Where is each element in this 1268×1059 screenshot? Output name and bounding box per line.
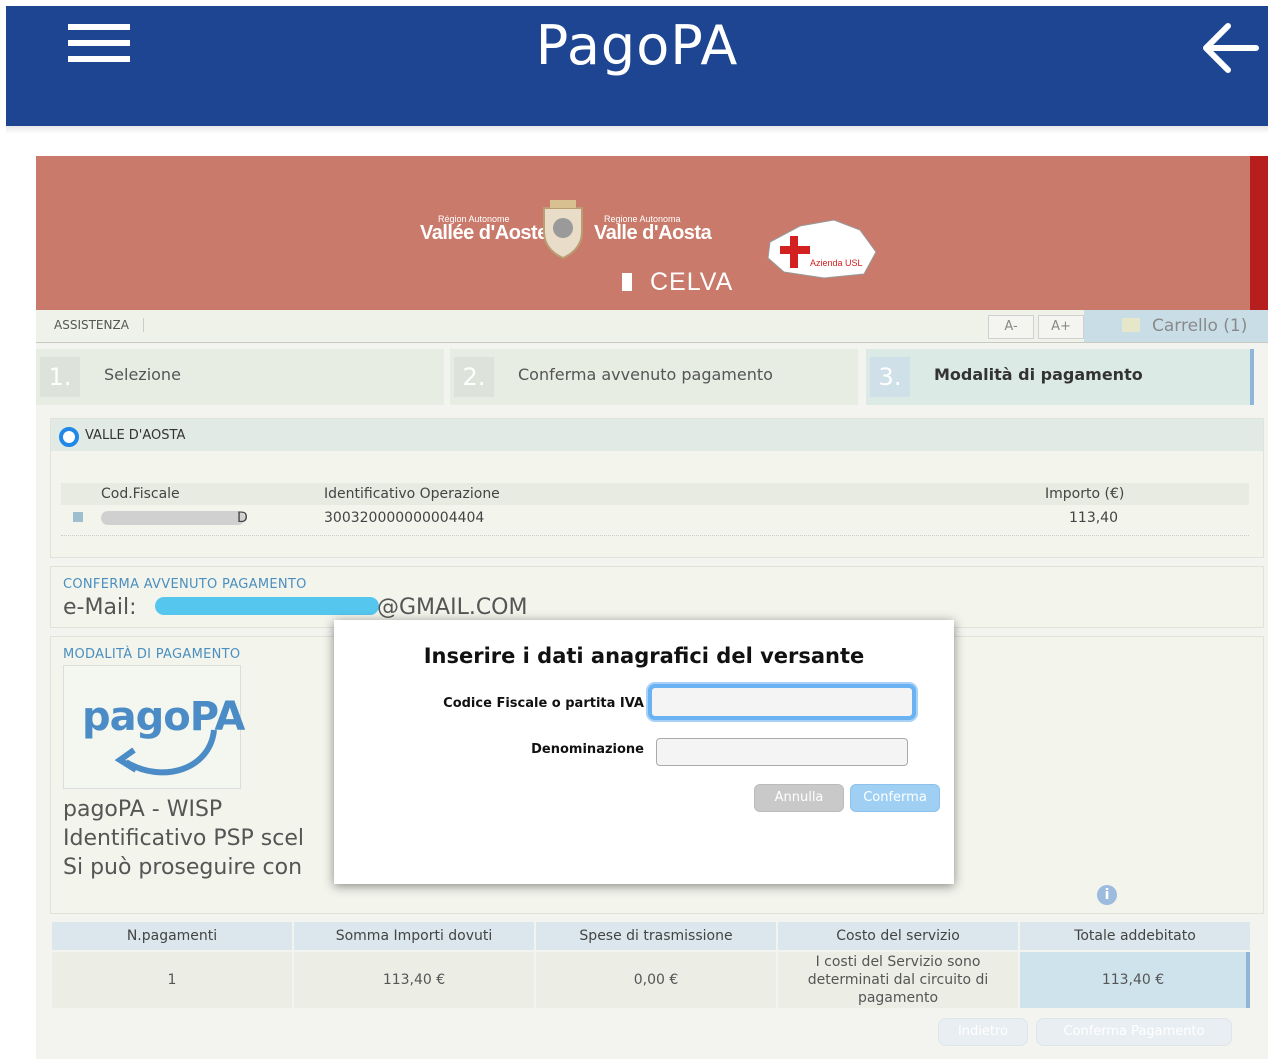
logo-region-big-fr: Vallée d'Aoste	[420, 222, 548, 244]
cart-button[interactable]: Carrello (1)	[1084, 310, 1268, 342]
col-importo: Importo (€)	[1045, 486, 1125, 502]
row-checkbox[interactable]	[73, 512, 83, 522]
wizard-steps: 1. Selezione 2. Conferma avvenuto pagame…	[36, 349, 1268, 405]
confirm-button[interactable]: Conferma	[850, 784, 940, 812]
assistance-link[interactable]: ASSISTENZA	[54, 318, 144, 332]
confirm-payment-button[interactable]: Conferma Pagamento	[1036, 1018, 1232, 1046]
step-label: Conferma avvenuto pagamento	[518, 365, 773, 384]
ente-name: VALLE D'AOSTA	[85, 428, 186, 443]
back-arrow-icon[interactable]	[1198, 18, 1262, 78]
redacted-email	[155, 597, 379, 615]
confirm-section: CONFERMA AVVENUTO PAGAMENTO e-Mail: @GMA…	[50, 566, 1264, 628]
proceed-text: Si può proseguire con	[63, 855, 303, 880]
name-input[interactable]	[656, 738, 908, 766]
redacted-fiscal-code	[101, 511, 245, 525]
psp-name: pagoPA - WISP	[63, 797, 223, 822]
step-selection[interactable]: 1. Selezione	[36, 349, 444, 405]
sum-total: 113,40 €	[1020, 952, 1250, 1008]
header-banner: Région Autonome Vallée d'Aoste Regione A…	[36, 156, 1268, 310]
font-increase-button[interactable]: A+	[1038, 315, 1084, 339]
info-icon[interactable]: i	[1097, 885, 1117, 905]
celva-logo: CELVA	[622, 268, 733, 297]
step-label: Selezione	[104, 365, 181, 384]
ente-header: VALLE D'AOSTA	[51, 419, 1263, 451]
name-label: Denominazione	[531, 742, 644, 757]
step-number: 1.	[40, 357, 80, 397]
utility-toolbar: ASSISTENZA A- A+ Carrello (1)	[36, 310, 1268, 343]
back-button[interactable]: Indietro	[938, 1018, 1028, 1046]
ente-radio[interactable]	[59, 427, 79, 447]
region-crest-icon	[538, 198, 588, 264]
sum-header: N.pagamenti	[52, 922, 292, 950]
step-number: 3.	[870, 357, 910, 397]
operation-id: 300320000000004404	[324, 510, 485, 526]
confirm-title: CONFERMA AVVENUTO PAGAMENTO	[63, 577, 307, 592]
sum-count: 1	[52, 952, 292, 1008]
sum-service-cost: I costi del Servizio sono determinati da…	[778, 952, 1018, 1008]
logo-region-big-it: Valle d'Aosta	[594, 222, 712, 244]
app-bar: PagoPA	[6, 6, 1268, 126]
col-cod-fiscale: Cod.Fiscale	[101, 486, 180, 502]
cf-label: Codice Fiscale o partita IVA	[443, 696, 644, 711]
col-id-operazione: Identificativo Operazione	[324, 486, 500, 502]
app-title: PagoPA	[535, 14, 739, 77]
sum-header: Costo del servizio	[778, 922, 1018, 950]
amount: 113,40	[1069, 510, 1118, 526]
step-confirm[interactable]: 2. Conferma avvenuto pagamento	[450, 349, 858, 405]
cart-label: Carrello (1)	[1152, 316, 1248, 336]
step-payment-mode[interactable]: 3. Modalità di pagamento	[866, 349, 1254, 405]
step-label: Modalità di pagamento	[934, 365, 1143, 384]
cart-icon	[1122, 318, 1140, 332]
dialog-title: Inserire i dati anagrafici del versante	[423, 644, 865, 668]
sum-amount: 113,40 €	[294, 952, 534, 1008]
step-number: 2.	[454, 357, 494, 397]
cancel-button[interactable]: Annulla	[754, 784, 844, 812]
fiscal-code-tail: D	[237, 510, 248, 526]
font-decrease-button[interactable]: A-	[988, 315, 1034, 339]
usl-logo: Azienda USL	[764, 218, 880, 284]
payer-data-dialog: Inserire i dati anagrafici del versante …	[334, 620, 954, 884]
email-suffix: @GMAIL.COM	[377, 595, 528, 620]
cf-input[interactable]	[648, 684, 916, 720]
email-label: e-Mail:	[63, 595, 137, 620]
sum-header: Totale addebitato	[1020, 922, 1250, 950]
sum-header: Spese di trasmissione	[536, 922, 776, 950]
table-row: D 300320000000004404 113,40	[61, 507, 1249, 536]
psp-id-text: Identificativo PSP scel	[63, 826, 305, 851]
sum-fees: 0,00 €	[536, 952, 776, 1008]
sum-header: Somma Importi dovuti	[294, 922, 534, 950]
payment-mode-title: MODALITÀ DI PAGAMENTO	[63, 647, 241, 662]
pagopa-arrow-icon	[114, 729, 217, 776]
ente-section: VALLE D'AOSTA Cod.Fiscale Identificativo…	[50, 418, 1264, 558]
pagopa-logo[interactable]: pagoPA	[63, 665, 245, 789]
payment-page: Région Autonome Vallée d'Aoste Regione A…	[36, 156, 1268, 1059]
table-header: Cod.Fiscale Identificativo Operazione Im…	[61, 483, 1249, 505]
